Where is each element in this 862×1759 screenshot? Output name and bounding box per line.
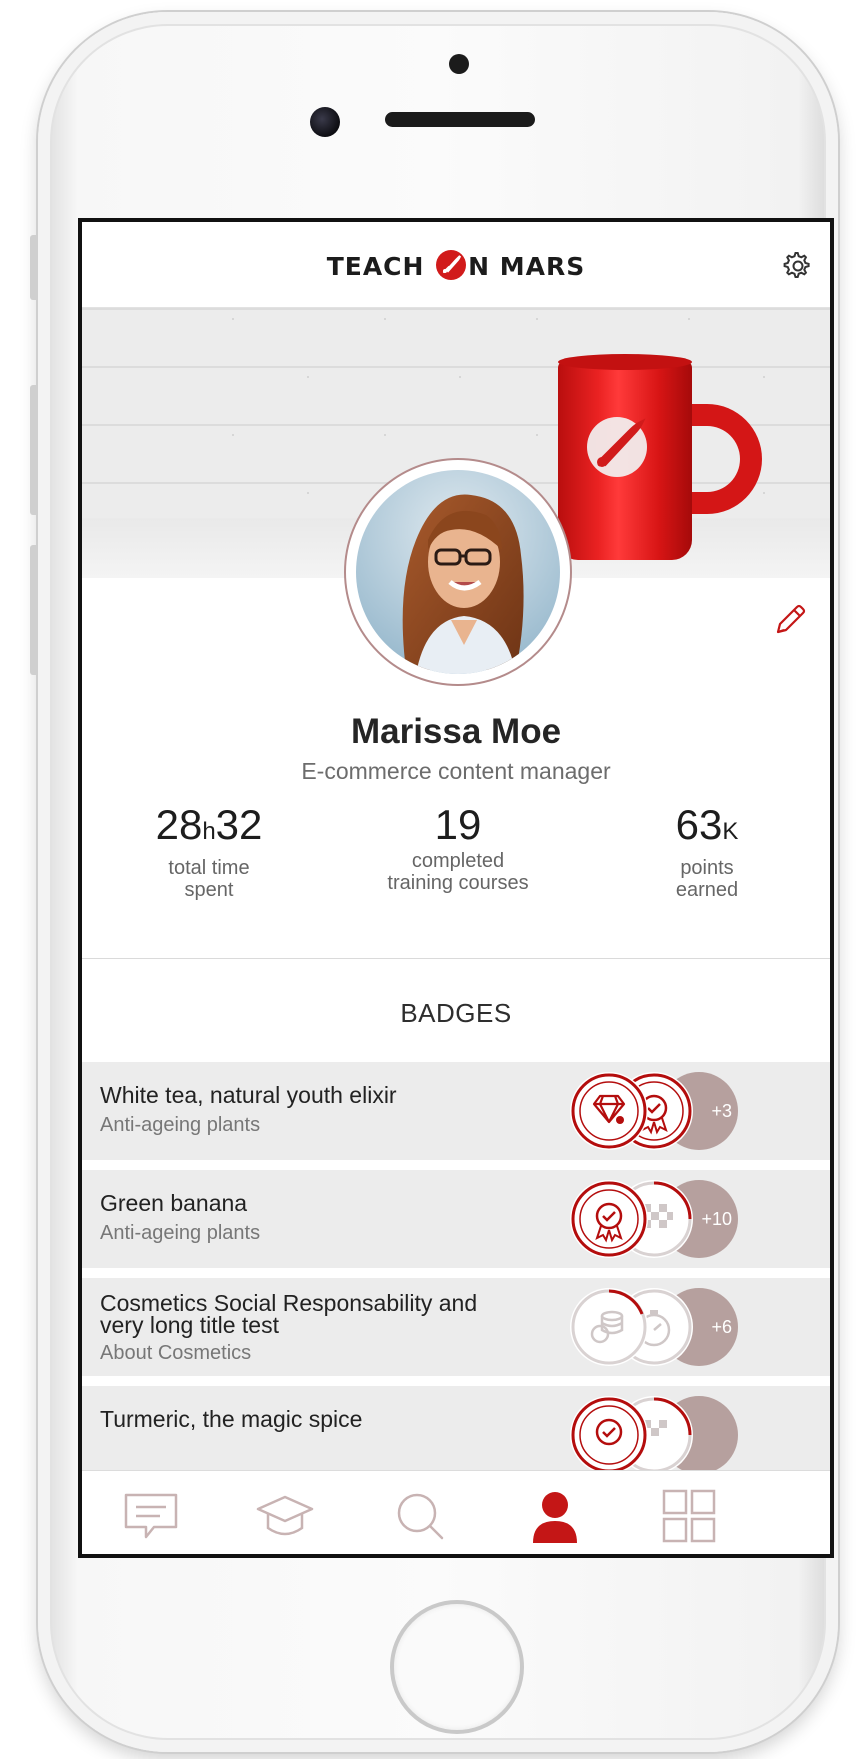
stat-points: 63K points earned <box>592 801 822 902</box>
bottom-tab-bar <box>82 1470 830 1554</box>
home-button[interactable] <box>390 1600 524 1734</box>
avatar-photo <box>356 470 560 674</box>
user-icon <box>533 1492 577 1543</box>
badge-course-subtitle: About Cosmetics <box>100 1342 252 1364</box>
badges-section-title: BADGES <box>400 998 512 1028</box>
tab-search[interactable] <box>386 1485 456 1547</box>
stats-row: 28h32 total time spent 19 completed trai… <box>82 802 830 912</box>
stat-label: spent <box>184 879 234 901</box>
tab-messages[interactable] <box>116 1485 186 1547</box>
stat-value: 63K <box>675 801 739 848</box>
brand-logo: TEACH N MARS <box>82 250 830 281</box>
tab-training[interactable] <box>250 1485 320 1547</box>
stat-label: total time <box>168 857 250 879</box>
stat-label: training courses <box>387 872 529 894</box>
list-item[interactable]: Green banana Anti-ageing plants +10 <box>82 1170 830 1268</box>
stat-completed-courses: 19 completed training courses <box>343 801 573 895</box>
stat-label: completed <box>411 850 505 872</box>
user-name: Marissa Moe <box>350 712 562 751</box>
brick-line <box>82 376 830 378</box>
badge-course-title: Turmeric, the magic spice <box>100 1406 363 1432</box>
settings-gear-icon[interactable] <box>780 248 816 284</box>
edit-profile-pencil-icon[interactable] <box>770 600 810 640</box>
volume-up-button <box>30 385 38 515</box>
badge-stack[interactable]: +3 <box>570 1072 740 1152</box>
profile-avatar[interactable] <box>344 458 572 686</box>
front-camera <box>310 107 340 137</box>
badge-course-subtitle: Anti-ageing plants <box>100 1222 261 1244</box>
award-badge-icon <box>570 1180 648 1258</box>
app-screen: TEACH N MARS Marissa Moe E-commerce cont… <box>78 218 834 1558</box>
earpiece-speaker <box>385 112 535 127</box>
mug-rim <box>558 354 692 370</box>
search-icon <box>397 1493 444 1540</box>
mug-rocket-icon <box>582 412 652 482</box>
list-item[interactable]: Cosmetics Social Responsability and very… <box>82 1278 830 1376</box>
mute-switch <box>30 235 38 300</box>
graduation-cap-icon <box>256 1495 314 1536</box>
brick-line <box>82 318 830 320</box>
list-item[interactable]: White tea, natural youth elixir Anti-age… <box>82 1062 830 1160</box>
stat-value: 28h32 <box>155 801 263 848</box>
section-divider <box>82 958 830 959</box>
coins-badge-icon <box>570 1288 648 1366</box>
app-header: TEACH N MARS <box>82 222 830 308</box>
stat-value: 19 <box>434 801 482 848</box>
badge-stack[interactable]: +10 <box>570 1180 740 1260</box>
badge-course-title: Green banana <box>100 1190 248 1216</box>
stat-time-spent: 28h32 total time spent <box>94 801 324 902</box>
stat-label: earned <box>675 879 739 901</box>
badge-course-title: White tea, natural youth elixir <box>100 1082 397 1108</box>
badge-course-subtitle: Anti-ageing plants <box>100 1114 261 1136</box>
proximity-sensor <box>449 54 469 74</box>
tab-catalog[interactable] <box>654 1485 724 1547</box>
brand-left-text: TEACH <box>326 252 425 281</box>
grid-icon <box>662 1489 716 1543</box>
rocket-logo-icon <box>436 250 467 280</box>
stat-label: points <box>680 857 734 879</box>
diamond-badge-icon <box>570 1072 648 1150</box>
volume-down-button <box>30 545 38 675</box>
user-role: E-commerce content manager <box>301 758 611 784</box>
badge-course-title: Cosmetics Social Responsability and very… <box>100 1290 478 1338</box>
tab-profile[interactable] <box>520 1485 590 1547</box>
badge-stack[interactable]: +6 <box>570 1288 740 1368</box>
chat-icon <box>124 1493 178 1539</box>
brand-right-text: N MARS <box>468 252 586 281</box>
award-badge-icon <box>570 1396 648 1474</box>
badge-stack[interactable] <box>570 1396 740 1476</box>
